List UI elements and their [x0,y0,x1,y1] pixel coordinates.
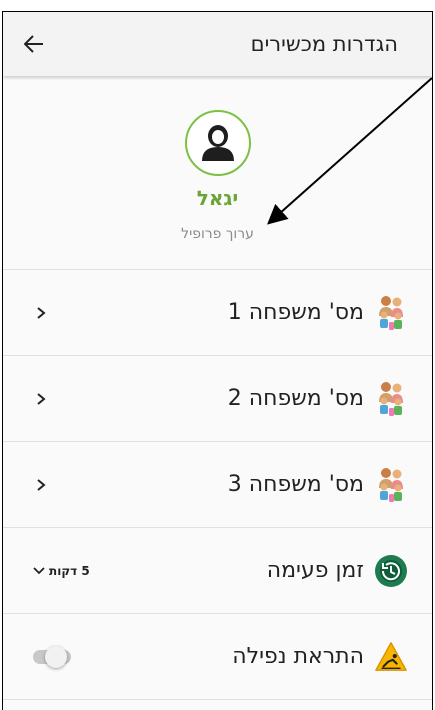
setting-label: התראת נפילה [232,644,364,669]
profile-name: יגאל [196,186,239,210]
family-icon [374,380,408,418]
family-icon [374,466,408,504]
settings-row-pulse-time: 5 דקות זמן פעימה [3,527,432,613]
history-clock-icon [374,552,408,590]
chevron-right-icon [37,306,46,319]
settings-row-divider [3,699,432,710]
chevron-right-icon [37,478,46,491]
settings-row-family-2[interactable]: מס' משפחה 2 [3,355,432,441]
avatar[interactable] [184,110,251,176]
setting-label: מס' משפחה 3 [227,472,364,497]
edit-profile-link[interactable]: ערוך פרופיל [181,226,254,242]
profile-section: יגאל ערוך פרופיל [3,76,432,269]
person-icon [201,125,234,161]
back-button[interactable] [21,31,47,57]
setting-label: מס' משפחה 2 [227,386,364,411]
pulse-time-dropdown[interactable]: 5 דקות [33,564,90,578]
setting-label: מס' משפחה 1 [227,300,364,325]
app-bar: הגדרות מכשירים [3,12,432,76]
setting-label: זמן פעימה [266,558,364,583]
chevron-right-icon [37,392,46,405]
chevron-down-icon [33,566,45,574]
fall-warning-icon [374,638,408,676]
settings-row-fall-alert: התראת נפילה [3,613,432,699]
page-title: הגדרות מכשירים [250,32,398,56]
settings-row-family-3[interactable]: מס' משפחה 3 [3,441,432,527]
toggle-knob [45,645,67,668]
settings-row-family-1[interactable]: מס' משפחה 1 [3,269,432,355]
family-icon [374,294,408,332]
pulse-time-value: 5 דקות [49,563,90,578]
fall-alert-toggle[interactable] [33,645,71,668]
device-settings-screen: הגדרות מכשירים יגאל ערוך פרופיל מס' משפח… [2,11,433,710]
arrow-left-icon [24,35,43,53]
